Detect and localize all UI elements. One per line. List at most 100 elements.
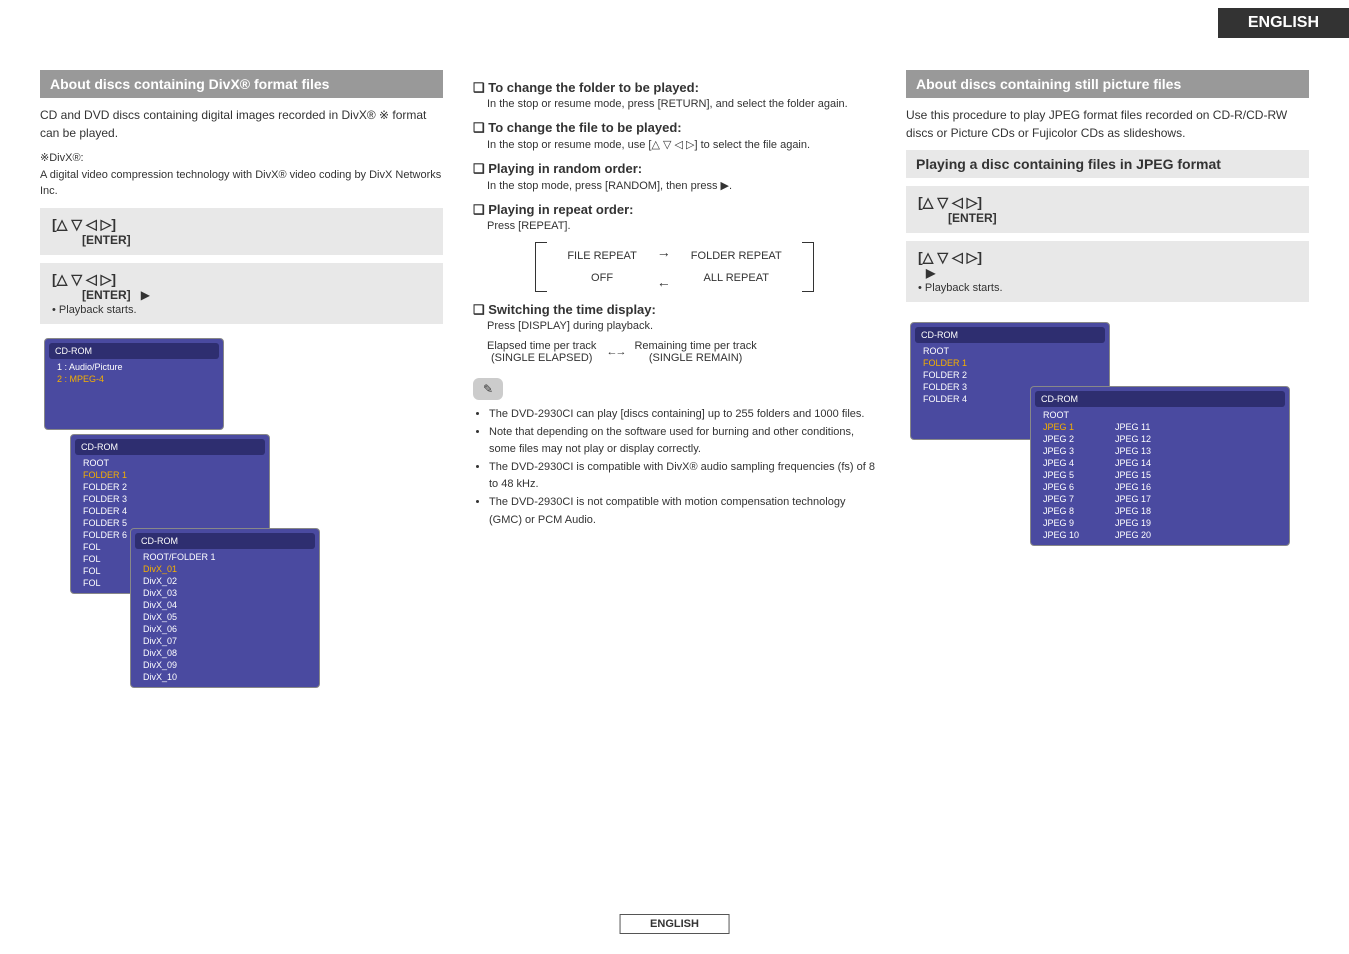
jpeg-file: JPEG 17 bbox=[1107, 493, 1159, 505]
bracket-right bbox=[802, 242, 814, 292]
notes-list: The DVD-2930CI can play [discs containin… bbox=[489, 406, 876, 529]
mock3-file: DivX_01 bbox=[135, 563, 315, 575]
heading-divx-discs: About discs containing DivX® format file… bbox=[40, 70, 443, 98]
pencil-icon: ✎ bbox=[473, 378, 503, 400]
column-right: About discs containing still picture fil… bbox=[906, 70, 1309, 692]
language-tab: ENGLISH bbox=[1218, 8, 1349, 38]
footer-language: ENGLISH bbox=[619, 914, 730, 934]
jpeg-file: JPEG 11 bbox=[1107, 421, 1159, 433]
mock3-file: DivX_08 bbox=[135, 647, 315, 659]
jpeg-file: JPEG 12 bbox=[1107, 433, 1159, 445]
jpeg-file: JPEG 2 bbox=[1035, 433, 1087, 445]
jpeg-file: JPEG 14 bbox=[1107, 457, 1159, 469]
jpeg-play-icon: ▶ bbox=[926, 266, 1297, 280]
mock3-file: DivX_05 bbox=[135, 611, 315, 623]
heading-jpeg-playback: Playing a disc containing files in JPEG … bbox=[906, 150, 1309, 178]
bracket-left bbox=[535, 242, 547, 292]
ui-mock-stack-divx: CD-ROM 1 : Audio/Picture 2 : MPEG-4 CD-R… bbox=[40, 338, 443, 688]
divx-body: CD and DVD discs containing digital imag… bbox=[40, 106, 443, 142]
mockA-root: ROOT bbox=[915, 345, 1105, 357]
jpeg-step1-arrows: [△ ▽ ◁ ▷] bbox=[918, 194, 1297, 211]
elapsed-sub: (SINGLE ELAPSED) bbox=[487, 352, 596, 364]
remaining-sub: (SINGLE REMAIN) bbox=[634, 352, 756, 364]
text-change-folder: In the stop or resume mode, press [RETUR… bbox=[487, 98, 876, 110]
step1-arrows: [△ ▽ ◁ ▷] bbox=[52, 216, 431, 233]
mock3-file: DivX_02 bbox=[135, 575, 315, 587]
heading-repeat: ❏ Playing in repeat order: bbox=[473, 202, 876, 218]
jpeg-file: JPEG 13 bbox=[1107, 445, 1159, 457]
column-center: ❏ To change the folder to be played: In … bbox=[473, 70, 876, 692]
mock3-file: DivX_06 bbox=[135, 623, 315, 635]
mock2-folder: FOLDER 2 bbox=[75, 481, 265, 493]
play-icon: ▶ bbox=[141, 288, 150, 302]
remaining-label: Remaining time per track bbox=[634, 340, 756, 352]
time-display-diagram: Elapsed time per track (SINGLE ELAPSED) … bbox=[487, 340, 876, 364]
jpeg-file: JPEG 15 bbox=[1107, 469, 1159, 481]
mock2-title: CD-ROM bbox=[75, 439, 265, 455]
jpeg-file: JPEG 18 bbox=[1107, 505, 1159, 517]
note-item: The DVD-2930CI is not compatible with mo… bbox=[489, 494, 876, 529]
jpeg-playback-starts: • Playback starts. bbox=[918, 282, 1297, 294]
elapsed-label: Elapsed time per track bbox=[487, 340, 596, 352]
mock3-file: DivX_03 bbox=[135, 587, 315, 599]
mock3-file: DivX_04 bbox=[135, 599, 315, 611]
double-arrow-icon: ←→ bbox=[606, 346, 624, 358]
mock2-folder: FOLDER 4 bbox=[75, 505, 265, 517]
text-time-display: Press [DISPLAY] during playback. bbox=[487, 320, 876, 332]
ui-mock-stack-jpeg: CD-ROM ROOT FOLDER 1 FOLDER 2 FOLDER 3 F… bbox=[906, 322, 1309, 440]
mock3-title: CD-ROM bbox=[135, 533, 315, 549]
jpeg-file: JPEG 1 bbox=[1035, 421, 1087, 433]
mockB-title: CD-ROM bbox=[1035, 391, 1285, 407]
jpeg-file: JPEG 19 bbox=[1107, 517, 1159, 529]
note-item: The DVD-2930CI can play [discs containin… bbox=[489, 406, 876, 424]
mockB-root: ROOT bbox=[1035, 409, 1285, 421]
jpeg-file: JPEG 3 bbox=[1035, 445, 1087, 457]
step-box-2: [△ ▽ ◁ ▷] [ENTER] ▶ • Playback starts. bbox=[40, 263, 443, 324]
mock2-folder: FOLDER 3 bbox=[75, 493, 265, 505]
jpeg-step1: [△ ▽ ◁ ▷] [ENTER] bbox=[906, 186, 1309, 233]
step2-playback-starts: • Playback starts. bbox=[52, 304, 431, 316]
jpeg-step1-enter: [ENTER] bbox=[948, 211, 1297, 225]
text-change-file: In the stop or resume mode, use [△ ▽ ◁ ▷… bbox=[487, 138, 876, 151]
heading-still-picture: About discs containing still picture fil… bbox=[906, 70, 1309, 98]
jpeg-file: JPEG 8 bbox=[1035, 505, 1087, 517]
mockA-title: CD-ROM bbox=[915, 327, 1105, 343]
mock1-line2: 2 : MPEG-4 bbox=[49, 373, 219, 385]
divx-note-label: ※DivX®: bbox=[40, 150, 443, 167]
jpeg-file: JPEG 4 bbox=[1035, 457, 1087, 469]
mock3-file: DivX_09 bbox=[135, 659, 315, 671]
divx-note-body: A digital video compression technology w… bbox=[40, 167, 443, 200]
heading-change-file: ❏ To change the file to be played: bbox=[473, 120, 876, 136]
jpeg-file: JPEG 10 bbox=[1035, 529, 1087, 541]
text-repeat: Press [REPEAT]. bbox=[487, 220, 876, 232]
text-random: In the stop mode, press [RANDOM], then p… bbox=[487, 179, 876, 192]
still-picture-body: Use this procedure to play JPEG format f… bbox=[906, 106, 1309, 142]
mock3-root: ROOT/FOLDER 1 bbox=[135, 551, 315, 563]
note-item: Note that depending on the software used… bbox=[489, 424, 876, 459]
mockA-folder: FOLDER 2 bbox=[915, 369, 1105, 381]
step2-enter: [ENTER] bbox=[82, 288, 131, 302]
column-left: About discs containing DivX® format file… bbox=[40, 70, 443, 692]
ui-mock-jpeg-files: CD-ROM ROOT JPEG 1 JPEG 2 JPEG 3 JPEG 4 … bbox=[1030, 386, 1290, 546]
heading-random: ❏ Playing in random order: bbox=[473, 161, 876, 177]
mockA-folder: FOLDER 1 bbox=[915, 357, 1105, 369]
arrow-left-icon: ← bbox=[657, 274, 671, 290]
jpeg-step2-arrows: [△ ▽ ◁ ▷] bbox=[918, 249, 1297, 266]
ui-mock-format-select: CD-ROM 1 : Audio/Picture 2 : MPEG-4 bbox=[44, 338, 224, 430]
arrow-right-icon: → bbox=[657, 244, 671, 260]
repeat-file-label: FILE REPEAT bbox=[567, 250, 636, 262]
mock3-file: DivX_07 bbox=[135, 635, 315, 647]
jpeg-file: JPEG 5 bbox=[1035, 469, 1087, 481]
repeat-cycle-diagram: FILE REPEAT OFF → ← FOLDER REPEAT ALL RE… bbox=[473, 242, 876, 292]
jpeg-file: JPEG 20 bbox=[1107, 529, 1159, 541]
heading-time-display: ❏ Switching the time display: bbox=[473, 302, 876, 318]
step-box-1: [△ ▽ ◁ ▷] [ENTER] bbox=[40, 208, 443, 255]
ui-mock-files: CD-ROM ROOT/FOLDER 1 DivX_01 DivX_02 Div… bbox=[130, 528, 320, 688]
step2-arrows: [△ ▽ ◁ ▷] bbox=[52, 271, 116, 287]
mock2-folder: FOLDER 1 bbox=[75, 469, 265, 481]
jpeg-file: JPEG 6 bbox=[1035, 481, 1087, 493]
repeat-all-label: ALL REPEAT bbox=[704, 272, 769, 284]
jpeg-step2: [△ ▽ ◁ ▷] ▶ • Playback starts. bbox=[906, 241, 1309, 302]
note-item: The DVD-2930CI is compatible with DivX® … bbox=[489, 459, 876, 494]
jpeg-file: JPEG 9 bbox=[1035, 517, 1087, 529]
